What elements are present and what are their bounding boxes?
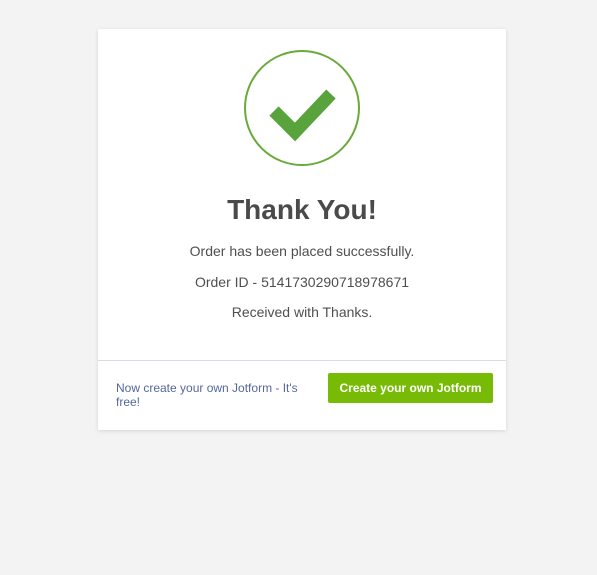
order-id-text: Order ID - 5141730290718978671 <box>194 274 410 290</box>
thank-you-title: Thank You! <box>227 194 377 225</box>
create-jotform-button[interactable]: Create your own Jotform <box>328 373 493 403</box>
received-message: Received with Thanks. <box>231 304 373 320</box>
thank-you-card: Thank You! Order has been placed success… <box>98 29 506 430</box>
promo-text: Now create your own Jotform - It's free! <box>116 381 298 409</box>
order-placed-message: Order has been placed successfully. <box>189 243 415 259</box>
checkmark-circle-icon <box>243 49 361 167</box>
footer-divider <box>98 360 506 361</box>
